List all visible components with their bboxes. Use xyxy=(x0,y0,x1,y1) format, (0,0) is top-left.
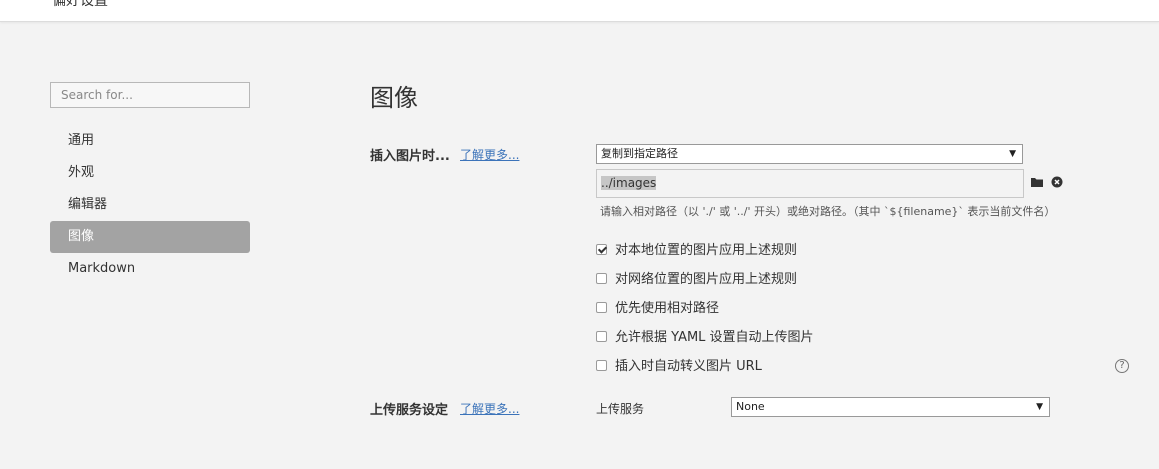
sidebar-item-general[interactable]: 通用 xyxy=(50,125,250,157)
option-label: 对网络位置的图片应用上述规则 xyxy=(615,272,798,287)
checkbox-checked[interactable] xyxy=(596,244,607,255)
sidebar-nav: 通用 外观 编辑器 图像 Markdown xyxy=(50,125,250,285)
insert-learn-more-link[interactable]: 了解更多... xyxy=(460,146,519,163)
upload-service-select[interactable]: None ▼ xyxy=(731,397,1050,417)
upload-service-field-label: 上传服务 xyxy=(596,402,645,416)
window-title: 偏好设置 xyxy=(52,0,108,9)
page-title: 图像 xyxy=(370,84,418,112)
option-label: 对本地位置的图片应用上述规则 xyxy=(615,243,798,258)
option-apply-network[interactable]: 对网络位置的图片应用上述规则 xyxy=(596,271,797,289)
title-bar: 偏好设置 xyxy=(0,0,1159,22)
sidebar-item-image[interactable]: 图像 xyxy=(50,221,250,253)
option-prefer-relative[interactable]: 优先使用相对路径 xyxy=(596,300,719,318)
checkbox[interactable] xyxy=(596,302,607,313)
path-hint-text: 请输入相对路径（以 './' 或 '../' 开头）或绝对路径。（其中 `${f… xyxy=(600,205,1056,218)
image-path-input[interactable]: ../images xyxy=(596,169,1024,198)
insert-action-select[interactable]: 复制到指定路径 ▼ xyxy=(596,144,1023,164)
image-path-value: ../images xyxy=(601,176,657,190)
insert-action-value: 复制到指定路径 xyxy=(601,147,678,160)
option-yaml-upload[interactable]: 允许根据 YAML 设置自动上传图片 xyxy=(596,329,814,347)
dropdown-arrow-icon: ▼ xyxy=(1036,402,1043,412)
upload-learn-more-link[interactable]: 了解更多... xyxy=(460,400,519,417)
help-icon[interactable]: ? xyxy=(1115,359,1129,373)
folder-icon[interactable] xyxy=(1030,176,1044,191)
option-apply-local[interactable]: 对本地位置的图片应用上述规则 xyxy=(596,242,797,260)
option-label: 插入时自动转义图片 URL xyxy=(615,359,762,374)
option-label: 允许根据 YAML 设置自动上传图片 xyxy=(615,330,814,345)
sidebar-item-appearance[interactable]: 外观 xyxy=(50,157,250,189)
close-circle-icon[interactable] xyxy=(1051,176,1063,191)
checkbox[interactable] xyxy=(596,273,607,284)
option-escape-url[interactable]: 插入时自动转义图片 URL xyxy=(596,358,762,376)
checkbox[interactable] xyxy=(596,360,607,371)
upload-service-value: None xyxy=(736,400,765,413)
dropdown-arrow-icon: ▼ xyxy=(1009,149,1016,159)
upload-service-label: 上传服务设定 xyxy=(370,403,449,418)
insert-image-label: 插入图片时... xyxy=(370,149,450,164)
sidebar-item-editor[interactable]: 编辑器 xyxy=(50,189,250,221)
checkbox[interactable] xyxy=(596,331,607,342)
search-input[interactable] xyxy=(50,82,250,108)
sidebar-item-markdown[interactable]: Markdown xyxy=(50,253,250,285)
option-label: 优先使用相对路径 xyxy=(615,301,720,316)
